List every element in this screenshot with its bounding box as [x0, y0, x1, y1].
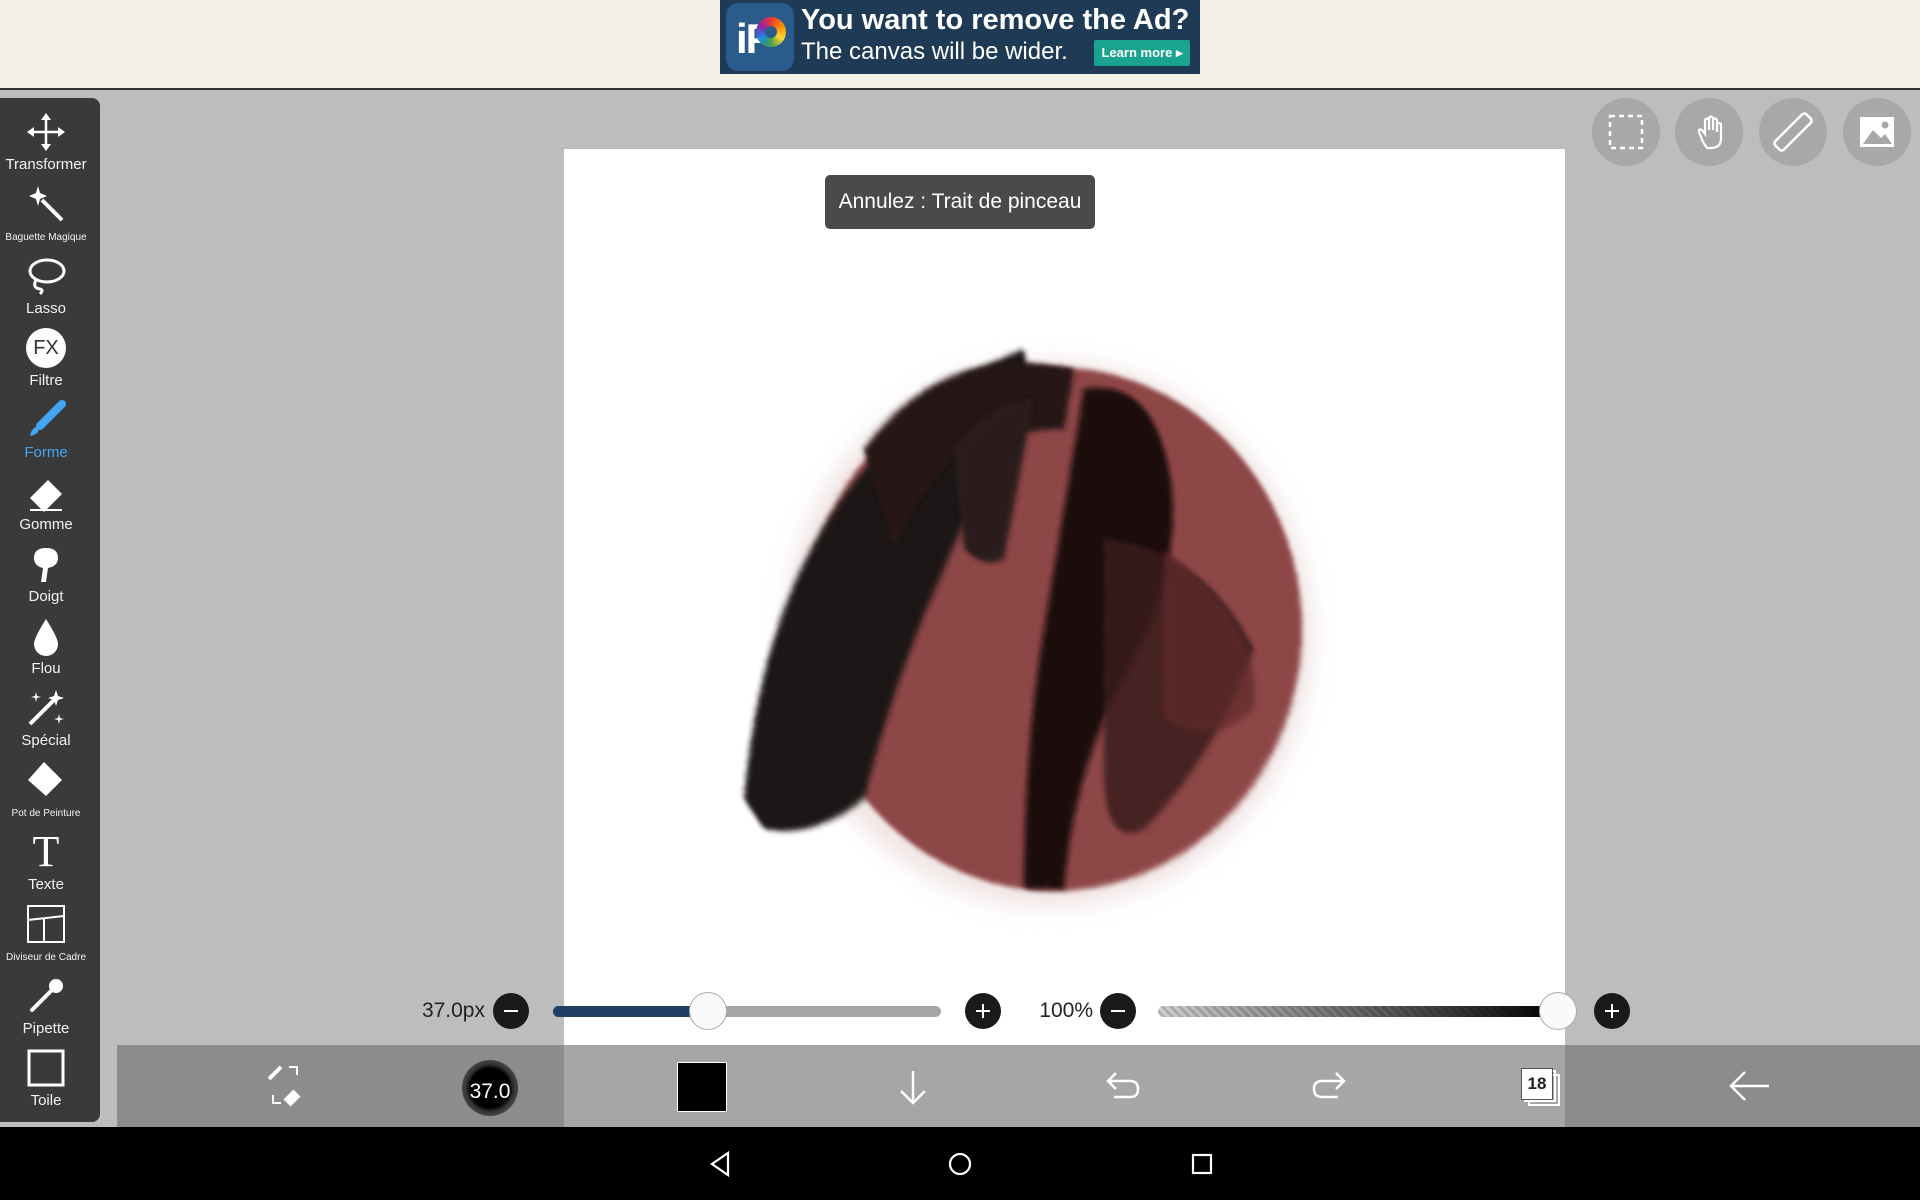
tool-label: Transformer [5, 156, 87, 173]
app-logo-icon: iP [726, 3, 794, 71]
tool-label: Doigt [28, 588, 64, 605]
tool-canvas[interactable]: Toile [0, 1044, 92, 1116]
ad-title: You want to remove the Ad? [801, 4, 1190, 36]
brush-size-increase-button[interactable] [965, 993, 1001, 1029]
tool-label: Toile [30, 1092, 62, 1109]
paint-bucket-icon [28, 762, 62, 796]
plus-icon [976, 1004, 990, 1018]
arrow-down-icon [900, 1071, 926, 1105]
undo-toast: Annulez : Trait de pinceau [825, 175, 1095, 229]
opacity-decrease-button[interactable] [1100, 993, 1136, 1029]
tool-lasso[interactable]: Lasso [0, 252, 92, 324]
brush-swap-icon [267, 1065, 301, 1107]
tool-blur[interactable]: Flou [0, 612, 92, 684]
ad-banner-bar: iP You want to remove the Ad? The canvas… [0, 0, 1920, 90]
minus-icon [504, 1010, 518, 1012]
nav-home-icon[interactable] [945, 1149, 975, 1179]
undo-icon [1106, 1072, 1140, 1099]
text-icon: T [32, 827, 60, 876]
tool-transformer[interactable]: Transformer [0, 108, 92, 180]
magic-wand-icon [29, 186, 64, 222]
system-navigation-bar [0, 1127, 1920, 1200]
opacity-slider[interactable] [1158, 1006, 1558, 1017]
hand-tool-button[interactable] [1675, 98, 1743, 166]
hand-icon [1697, 115, 1723, 150]
brush-size-label: 37.0 [469, 1080, 511, 1103]
redo-button[interactable] [1306, 1045, 1356, 1127]
bottom-toolbar [117, 1045, 1920, 1127]
tool-eyedropper[interactable]: Pipette [0, 972, 92, 1044]
opacity-value: 100% [1039, 999, 1093, 1022]
redo-icon [1312, 1072, 1346, 1099]
tool-label: Pipette [22, 1020, 70, 1037]
lasso-icon [28, 258, 66, 296]
tool-label: Spécial [21, 732, 71, 749]
finger-smudge-icon [34, 548, 58, 582]
nav-back-icon[interactable] [706, 1149, 736, 1179]
tool-label: Gomme [19, 516, 73, 533]
canvas-icon [27, 1049, 65, 1087]
brush-size-fill [553, 1006, 709, 1017]
painted-artwork [744, 349, 1314, 909]
drawing-canvas[interactable] [564, 149, 1565, 1045]
special-sparkle-icon [28, 690, 64, 726]
tool-magic-wand[interactable]: Baguette Magique [0, 180, 92, 252]
selection-icon [1608, 114, 1644, 150]
tool-brush[interactable]: Forme [0, 396, 92, 468]
opacity-increase-button[interactable] [1594, 993, 1630, 1029]
fx-icon: FX [26, 328, 66, 368]
tool-label: Pot de Peinture [11, 808, 81, 819]
eraser-icon [30, 480, 62, 512]
brush-size-decrease-button[interactable] [493, 993, 529, 1029]
selection-tool-button[interactable] [1592, 98, 1660, 166]
brush-size-thumb[interactable] [689, 992, 728, 1030]
plus-icon [1605, 1004, 1619, 1018]
reference-image-button[interactable] [1843, 98, 1911, 166]
blur-drop-icon [34, 619, 58, 656]
ad-subtitle: The canvas will be wider. [801, 38, 1068, 65]
ruler-tool-button[interactable] [1759, 98, 1827, 166]
tool-label: Flou [31, 660, 61, 677]
move-arrows-icon [27, 113, 65, 151]
ruler-icon [1773, 112, 1813, 152]
opacity-thumb[interactable] [1539, 992, 1577, 1030]
learn-more-button[interactable]: Learn more ▸ [1094, 40, 1190, 66]
tool-filter[interactable]: FX Filtre [0, 324, 92, 396]
brush-size-value: 37.0px [421, 999, 485, 1022]
frame-divider-icon [27, 905, 65, 943]
tool-special[interactable]: Spécial [0, 684, 92, 756]
reference-image-icon [1860, 117, 1894, 147]
tool-finger[interactable]: Doigt [0, 540, 92, 612]
tool-label: Filtre [29, 372, 63, 389]
tool-label: Lasso [25, 300, 67, 317]
tool-label: Diviseur de Cadre [5, 952, 87, 963]
tool-label: Forme [24, 444, 68, 461]
minus-icon [1111, 1010, 1125, 1012]
undo-button[interactable] [1096, 1045, 1146, 1127]
back-button[interactable] [1725, 1045, 1775, 1127]
tool-paint-bucket[interactable]: Pot de Peinture [0, 756, 92, 828]
brush-icon [30, 400, 66, 436]
tool-label: Baguette Magique [5, 232, 87, 243]
nav-recents-icon[interactable] [1187, 1149, 1217, 1179]
tool-label: Texte [28, 876, 64, 893]
brush-size-slider[interactable] [553, 1006, 941, 1017]
eyedropper-icon [30, 979, 63, 1012]
tool-eraser[interactable]: Gomme [0, 468, 92, 540]
ad-banner[interactable]: iP You want to remove the Ad? The canvas… [720, 0, 1200, 74]
layer-count-badge: 18 [1521, 1068, 1553, 1100]
color-swatch-button[interactable] [677, 1062, 727, 1112]
tool-frame-divider[interactable]: Diviseur de Cadre [0, 900, 92, 972]
arrow-left-icon [1729, 1071, 1769, 1101]
brush-eraser-swap-button[interactable] [255, 1045, 315, 1127]
left-toolbar: Transformer Baguette Magique Lasso FX Fi… [0, 98, 100, 1122]
merge-down-button[interactable] [888, 1045, 938, 1127]
tool-text[interactable]: T Texte [0, 828, 92, 900]
